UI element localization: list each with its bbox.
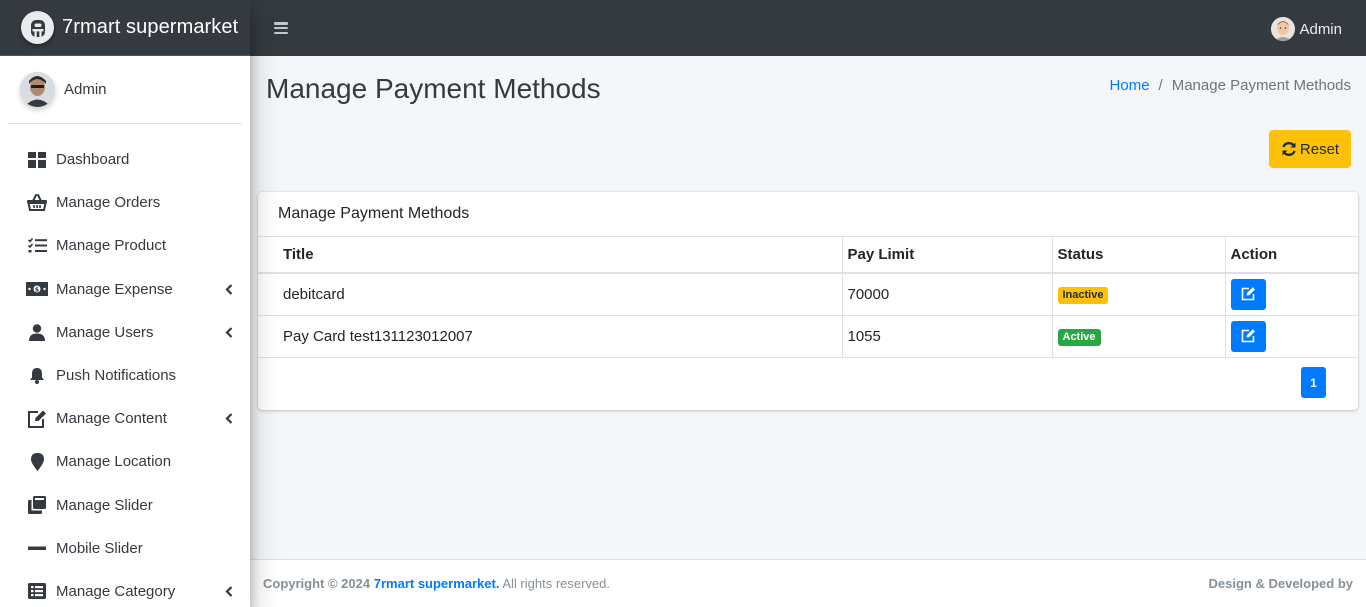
sidebar-item-label: Mobile Slider: [56, 539, 143, 557]
page-title: Manage Payment Methods: [266, 73, 601, 104]
sidebar-item-label: Manage Orders: [56, 194, 161, 212]
sidebar-item-label: Manage Content: [56, 410, 167, 428]
cell-title: debitcard: [258, 273, 843, 316]
sidebar-item-manage-product[interactable]: Manage Product: [0, 224, 250, 267]
breadcrumb: Home / Manage Payment Methods: [1110, 77, 1351, 94]
edit-icon: [1241, 329, 1255, 343]
column-header-pay-limit[interactable]: Pay Limit: [842, 237, 1053, 274]
brand-logo-icon: [21, 11, 54, 44]
cell-action: [1225, 273, 1358, 316]
table-header-row: Title Pay Limit Status Action: [258, 237, 1358, 274]
sidebar-item-push-notifications[interactable]: Push Notifications: [0, 354, 250, 397]
cell-status: Active: [1052, 315, 1226, 358]
sidebar-item-manage-category[interactable]: Manage Category: [0, 570, 250, 607]
bell-icon: [26, 366, 48, 386]
footer-brand-link[interactable]: 7rmart supermarket.: [374, 576, 500, 591]
edit-icon: [1241, 287, 1255, 301]
breadcrumb-current: Manage Payment Methods: [1171, 77, 1351, 94]
cell-pay-limit: 1055: [842, 315, 1053, 358]
sync-icon: [1282, 142, 1296, 156]
sidebar-item-label: Push Notifications: [56, 367, 177, 385]
money-bill-icon: $: [26, 279, 48, 299]
svg-text:$: $: [35, 286, 39, 293]
edit-icon: [26, 409, 48, 429]
sidebar-item-label: Manage Users: [56, 323, 154, 341]
reset-button[interactable]: Reset: [1269, 130, 1351, 168]
footer-copyright: Copyright © 2024 7rmart supermarket. All…: [263, 576, 610, 591]
breadcrumb-home-link[interactable]: Home: [1110, 77, 1150, 94]
top-user-avatar: [1271, 17, 1296, 41]
card-title: Manage Payment Methods: [258, 192, 1358, 237]
brand-link[interactable]: 7rmart supermarket: [0, 0, 250, 56]
chevron-left-icon: [224, 413, 234, 424]
brand-name: 7rmart supermarket: [62, 16, 239, 38]
status-badge[interactable]: Inactive: [1057, 286, 1109, 304]
basket-icon: [26, 193, 48, 213]
chevron-left-icon: [224, 327, 234, 338]
sidebar-item-manage-users[interactable]: Manage Users: [0, 311, 250, 354]
sidebar-item-manage-location[interactable]: Manage Location: [0, 440, 250, 483]
reset-button-label: Reset: [1299, 140, 1340, 158]
sidebar: 7rmart supermarket Admin Dashboard Manag: [0, 0, 250, 607]
edit-button[interactable]: [1230, 320, 1266, 352]
chevron-left-icon: [224, 586, 234, 597]
sidebar-item-label: Manage Category: [56, 582, 176, 600]
tasks-list-icon: [26, 236, 48, 256]
sidebar-item-manage-expense[interactable]: $ Manage Expense: [0, 268, 250, 311]
clone-icon: [26, 495, 48, 515]
sidebar-item-manage-slider[interactable]: Manage Slider: [0, 484, 250, 527]
footer-copyright-prefix: Copyright © 2024: [263, 576, 371, 591]
breadcrumb-separator: /: [1158, 77, 1163, 94]
chevron-left-icon: [224, 283, 234, 295]
sidebar-avatar[interactable]: [20, 72, 55, 107]
payment-methods-table: Title Pay Limit Status Action debitcard …: [258, 237, 1358, 358]
cell-title: Pay Card test131123012007: [258, 315, 843, 358]
map-marker-icon: [26, 452, 48, 472]
footer-credit: Design & Developed by: [1208, 576, 1353, 591]
dashboard-grid-icon: [26, 150, 48, 170]
user-icon: [26, 322, 48, 342]
cell-action: [1225, 315, 1358, 358]
column-header-status[interactable]: Status: [1052, 237, 1226, 274]
cell-status: Inactive: [1052, 273, 1226, 316]
payment-methods-card: Manage Payment Methods Title Pay Limit S…: [258, 192, 1358, 410]
sidebar-item-dashboard[interactable]: Dashboard: [0, 138, 250, 181]
table-row: debitcard 70000 Inactive: [258, 273, 1358, 316]
top-user-name: Admin: [1299, 20, 1342, 38]
list-alt-icon: [26, 581, 48, 601]
column-header-action: Action: [1225, 237, 1358, 274]
sidebar-item-manage-content[interactable]: Manage Content: [0, 397, 250, 440]
sidebar-item-label: Dashboard: [56, 151, 130, 169]
sidebar-item-label: Manage Expense: [56, 280, 173, 298]
sidebar-item-manage-orders[interactable]: Manage Orders: [0, 181, 250, 224]
edit-button[interactable]: [1230, 278, 1266, 310]
menu-toggle-icon[interactable]: [274, 21, 288, 35]
sidebar-item-label: Manage Location: [56, 453, 172, 471]
sidebar-item-label: Manage Slider: [56, 496, 153, 514]
minus-icon: [26, 538, 48, 558]
top-user-menu[interactable]: Admin: [1271, 17, 1342, 41]
top-navbar: Admin: [250, 0, 1366, 56]
footer: Copyright © 2024 7rmart supermarket. All…: [250, 559, 1366, 607]
column-header-title[interactable]: Title: [258, 237, 843, 274]
sidebar-item-mobile-slider[interactable]: Mobile Slider: [0, 527, 250, 570]
sidebar-user-panel: Admin: [8, 56, 242, 124]
table-row: Pay Card test131123012007 1055 Active: [258, 315, 1358, 358]
cell-pay-limit: 70000: [842, 273, 1053, 316]
footer-rights: All rights reserved.: [502, 576, 611, 591]
sidebar-item-label: Manage Product: [56, 237, 167, 255]
pagination-page-1[interactable]: 1: [1301, 367, 1326, 398]
sidebar-user-name[interactable]: Admin: [64, 81, 107, 98]
status-badge[interactable]: Active: [1057, 328, 1101, 346]
sidebar-nav: Dashboard Manage Orders Manage Product $…: [0, 138, 250, 607]
main-content: Manage Payment Methods Home / Manage Pay…: [250, 56, 1366, 559]
